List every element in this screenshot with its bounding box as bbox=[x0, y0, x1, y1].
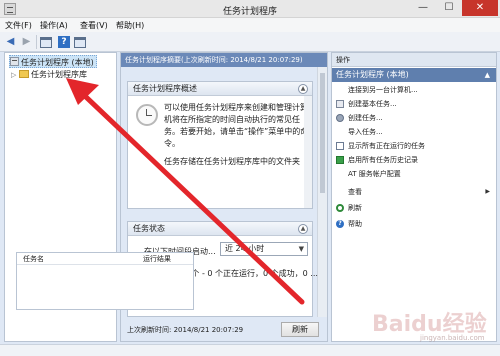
menu-help[interactable]: 帮助(H) bbox=[116, 20, 144, 31]
overview-scrollbar[interactable] bbox=[304, 96, 312, 208]
chevron-down-icon: ▼ bbox=[298, 245, 304, 253]
back-arrow-icon[interactable]: ◀ bbox=[4, 36, 17, 48]
task-scheduler-icon bbox=[10, 57, 19, 66]
help-icon[interactable]: ? bbox=[58, 36, 70, 48]
action-enable-task-history[interactable]: 启用所有任务历史记录 bbox=[332, 154, 496, 166]
show-hide-action-pane-icon[interactable] bbox=[74, 37, 86, 48]
section-title-text: 任务状态 bbox=[133, 224, 165, 233]
expand-icon[interactable]: ▷ bbox=[11, 69, 17, 82]
submenu-arrow-icon: ▶ bbox=[485, 188, 490, 195]
action-view[interactable]: 查看 ▶ bbox=[332, 186, 496, 198]
actions-group-header[interactable]: 任务计划程序 (本地) ▲ bbox=[332, 68, 496, 82]
tree-item-label: 任务计划程序库 bbox=[31, 70, 87, 79]
summary-footer: 上次刷新时间: 2014/8/21 20:07:29 刷新 bbox=[121, 319, 327, 341]
action-show-running-tasks[interactable]: 显示所有正在运行的任务 bbox=[332, 140, 496, 152]
task-status-list: 任务名 运行结果 bbox=[16, 252, 194, 310]
minimize-button[interactable]: — bbox=[410, 0, 436, 16]
section-title-text: 任务计划程序概述 bbox=[133, 84, 197, 93]
overview-description: 可以使用任务计划程序来创建和管理计算机将在所指定的时间自动执行的常见任务。若要开… bbox=[164, 103, 309, 148]
action-help[interactable]: ? 帮助 bbox=[332, 218, 496, 230]
app-window: 任务计划程序 — ☐ ✕ 文件(F) 操作(A) 查看(V) 帮助(H) ◀ ▶… bbox=[0, 0, 500, 356]
task-icon bbox=[336, 100, 344, 108]
forward-arrow-icon[interactable]: ▶ bbox=[20, 36, 33, 48]
toolbar: ◀ ▶ ? bbox=[0, 32, 500, 52]
folder-icon bbox=[19, 70, 29, 78]
action-label: 导入任务... bbox=[348, 128, 383, 136]
overview-section: 任务计划程序概述 ▲ 可以使用任务计划程序来创建和管理计算机将在所指定的时间自动… bbox=[127, 81, 313, 209]
refresh-icon bbox=[336, 204, 344, 212]
tree-item-task-scheduler-library[interactable]: ▷ 任务计划程序库 bbox=[11, 68, 87, 81]
collapse-icon[interactable]: ▲ bbox=[298, 84, 308, 94]
gear-icon bbox=[336, 114, 344, 122]
status-period-select[interactable]: 近 24 小时 ▼ bbox=[220, 242, 308, 256]
history-icon bbox=[336, 156, 344, 164]
menu-view[interactable]: 查看(V) bbox=[80, 20, 108, 31]
action-create-task[interactable]: 创建任务... bbox=[332, 112, 496, 124]
task-status-section-title[interactable]: 任务状态 ▲ bbox=[128, 222, 312, 236]
collapse-up-icon[interactable]: ▲ bbox=[485, 68, 490, 82]
scrollbar-thumb[interactable] bbox=[320, 73, 325, 193]
overview-description-more: 任务存储在任务计划程序库中的文件夹 bbox=[164, 157, 300, 166]
overview-section-title[interactable]: 任务计划程序概述 ▲ bbox=[128, 82, 312, 96]
refresh-button[interactable]: 刷新 bbox=[281, 322, 319, 337]
actions-pane: 操作 任务计划程序 (本地) ▲ 连接到另一台计算机... 创建基本任务... … bbox=[331, 52, 497, 342]
baidu-watermark-url: jingyan.baidu.com bbox=[420, 334, 485, 342]
action-label: 启用所有任务历史记录 bbox=[348, 156, 418, 164]
summary-scrollbar[interactable] bbox=[317, 67, 327, 317]
blank-icon bbox=[336, 188, 344, 196]
action-label: 刷新 bbox=[348, 204, 362, 212]
blank-icon bbox=[336, 86, 344, 94]
action-label: 创建基本任务... bbox=[348, 100, 397, 108]
status-bar bbox=[0, 344, 500, 356]
blank-icon bbox=[336, 170, 344, 178]
blank-icon bbox=[336, 128, 344, 136]
close-button[interactable]: ✕ bbox=[462, 0, 498, 16]
action-connect-computer[interactable]: 连接到另一台计算机... bbox=[332, 84, 496, 96]
show-hide-console-tree-icon[interactable] bbox=[40, 37, 52, 48]
action-label: AT 服务帐户配置 bbox=[348, 170, 401, 178]
clock-icon bbox=[136, 104, 158, 126]
summary-header: 任务计划程序摘要(上次刷新时间: 2014/8/21 20:07:29) bbox=[121, 53, 327, 67]
list-icon bbox=[336, 142, 344, 150]
status-period-value: 近 24 小时 bbox=[225, 244, 265, 253]
action-import-task[interactable]: 导入任务... bbox=[332, 126, 496, 138]
collapse-icon[interactable]: ▲ bbox=[298, 224, 308, 234]
tree-item-label: 任务计划程序 (本地) bbox=[21, 58, 94, 67]
toolbar-separator bbox=[36, 35, 37, 49]
title-bar: 任务计划程序 — ☐ ✕ bbox=[0, 0, 500, 18]
column-header-task-name[interactable]: 任务名 bbox=[23, 253, 44, 265]
menu-file[interactable]: 文件(F) bbox=[5, 20, 32, 31]
action-refresh[interactable]: 刷新 bbox=[332, 202, 496, 214]
menu-bar: 文件(F) 操作(A) 查看(V) 帮助(H) bbox=[0, 18, 500, 32]
column-header-run-result[interactable]: 运行结果 bbox=[143, 253, 171, 265]
action-create-basic-task[interactable]: 创建基本任务... bbox=[332, 98, 496, 110]
tree-item-task-scheduler-local[interactable]: 任务计划程序 (本地) bbox=[9, 55, 97, 68]
menu-action[interactable]: 操作(A) bbox=[40, 20, 68, 31]
task-list-header: 任务名 运行结果 bbox=[17, 253, 193, 265]
action-at-service-account[interactable]: AT 服务帐户配置 bbox=[332, 168, 496, 180]
action-label: 帮助 bbox=[348, 220, 362, 228]
action-label: 查看 bbox=[348, 188, 362, 196]
actions-group-label: 任务计划程序 (本地) bbox=[336, 70, 409, 79]
action-label: 连接到另一台计算机... bbox=[348, 86, 418, 94]
action-label: 创建任务... bbox=[348, 114, 383, 122]
action-label: 显示所有正在运行的任务 bbox=[348, 142, 425, 150]
help-icon: ? bbox=[336, 220, 344, 228]
maximize-button[interactable]: ☐ bbox=[436, 0, 462, 16]
actions-title: 操作 bbox=[332, 53, 496, 67]
last-refresh-time: 上次刷新时间: 2014/8/21 20:07:29 bbox=[127, 326, 244, 334]
